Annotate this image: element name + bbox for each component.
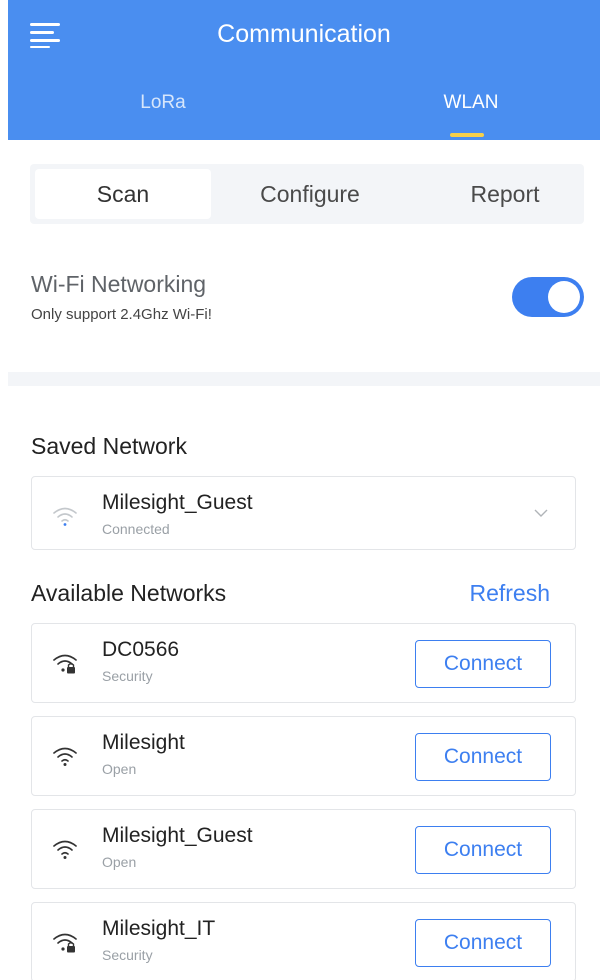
saved-network-heading: Saved Network <box>31 433 187 459</box>
segment-report[interactable]: Report <box>430 169 580 219</box>
connect-button[interactable]: Connect <box>415 640 551 688</box>
saved-network-card[interactable]: Milesight_Guest Connected <box>31 476 576 550</box>
wifi-networking-subtitle: Only support 2.4Ghz Wi-Fi! <box>31 306 212 323</box>
saved-network-status: Connected <box>102 521 170 537</box>
network-name: DC0566 <box>102 638 180 661</box>
connect-button[interactable]: Connect <box>415 826 551 874</box>
network-name: Milesight_IT <box>102 917 216 940</box>
section-divider <box>8 372 600 386</box>
active-tab-indicator <box>450 133 484 137</box>
wifi-networking-title: Wi-Fi Networking <box>31 271 207 297</box>
network-name: Milesight <box>102 731 185 754</box>
connect-button[interactable]: Connect <box>415 733 551 781</box>
network-row: Milesight_Guest Open Connect <box>31 809 576 889</box>
mode-segmented-control: Scan Configure Report <box>30 164 584 224</box>
refresh-button[interactable]: Refresh <box>469 580 550 607</box>
segment-scan[interactable]: Scan <box>35 169 211 219</box>
wifi-icon <box>53 840 77 859</box>
network-name: Milesight_Guest <box>102 824 253 847</box>
network-security: Security <box>102 668 153 684</box>
page-title: Communication <box>217 20 391 48</box>
network-row: Milesight_IT Security Connect <box>31 902 576 980</box>
chevron-down-icon[interactable] <box>533 507 549 519</box>
wifi-lock-icon <box>53 933 77 953</box>
network-security: Open <box>102 854 137 870</box>
network-row: DC0566 Security Connect <box>31 623 576 703</box>
network-security: Open <box>102 761 137 777</box>
wifi-icon <box>53 507 77 526</box>
network-security: Security <box>102 947 153 963</box>
connect-button[interactable]: Connect <box>415 919 551 967</box>
wifi-networking-toggle[interactable] <box>512 277 584 317</box>
wifi-icon <box>53 747 77 766</box>
app-header: Communication LoRa WLAN <box>8 0 600 140</box>
tab-wlan[interactable]: WLAN <box>381 92 561 114</box>
segment-configure[interactable]: Configure <box>230 169 390 219</box>
network-row: Milesight Open Connect <box>31 716 576 796</box>
available-networks-heading: Available Networks <box>31 580 227 606</box>
saved-network-name: Milesight_Guest <box>102 491 253 514</box>
toggle-knob <box>548 281 580 313</box>
wifi-lock-icon <box>53 654 77 674</box>
tab-lora[interactable]: LoRa <box>73 92 253 114</box>
